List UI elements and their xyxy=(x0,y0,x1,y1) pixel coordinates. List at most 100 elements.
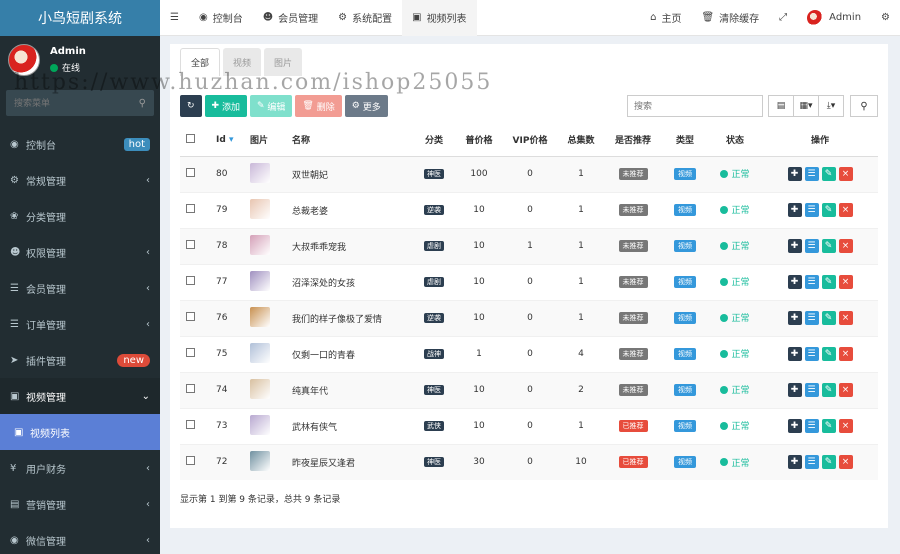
sidebar-item-permission[interactable]: ☻ 权限管理 ‹ xyxy=(0,234,160,270)
sidebar-item-dashboard[interactable]: ◉ 控制台 hot xyxy=(0,126,160,162)
row-add-button[interactable]: ✚ xyxy=(787,167,802,181)
row-edit-button[interactable]: ✎ xyxy=(821,347,836,361)
row-episodes-button[interactable]: ☰ xyxy=(804,203,819,217)
row-checkbox[interactable] xyxy=(186,420,195,429)
sidebar-item-video-management[interactable]: ▣ 视频管理 ⌄ xyxy=(0,378,160,414)
row-checkbox[interactable] xyxy=(186,456,195,466)
home-link[interactable]: ⌂ 主页 xyxy=(640,0,691,36)
sidebar-item-video-list[interactable]: ▣ 视频列表 xyxy=(0,414,160,450)
table-row[interactable]: 73 武林有侠气 武侠 10 0 1 已推荐 视频 正常 ✚ ☰ ✎ × xyxy=(180,407,878,444)
row-checkbox[interactable] xyxy=(186,276,195,285)
clear-cache-link[interactable]: 🗑 清除缓存 xyxy=(691,0,769,36)
recommend-badge[interactable]: 未推荐 xyxy=(618,240,648,252)
table-row[interactable]: 78 大叔乖乖宠我 虐剧 10 1 1 未推荐 视频 正常 ✚ ☰ ✎ × xyxy=(180,227,878,264)
row-edit-button[interactable]: ✎ xyxy=(821,455,836,470)
sidebar-item-marketing[interactable]: ▤ 营销管理 ‹ xyxy=(0,486,160,522)
more-button[interactable]: ⚙ 更多 xyxy=(344,95,388,117)
video-thumbnail[interactable] xyxy=(250,342,270,363)
menu-search-input[interactable] xyxy=(14,98,124,108)
video-thumbnail[interactable] xyxy=(250,306,270,327)
row-delete-button[interactable]: × xyxy=(838,203,853,217)
recommend-badge[interactable]: 未推荐 xyxy=(618,276,648,288)
row-checkbox[interactable] xyxy=(186,168,195,177)
video-thumbnail[interactable] xyxy=(250,270,270,291)
table-search-input[interactable] xyxy=(627,95,763,117)
video-thumbnail[interactable] xyxy=(250,378,270,399)
table-row[interactable]: 74 纯真年代 神医 10 0 2 未推荐 视频 正常 ✚ ☰ ✎ × xyxy=(180,371,878,408)
row-delete-button[interactable]: × xyxy=(838,275,853,289)
recommend-badge[interactable]: 未推荐 xyxy=(618,312,648,324)
row-delete-button[interactable]: × xyxy=(838,347,853,361)
tab-system-config[interactable]: ⚙ 系统配置 xyxy=(328,0,402,36)
row-delete-button[interactable]: × xyxy=(838,311,853,325)
row-edit-button[interactable]: ✎ xyxy=(821,203,836,217)
video-thumbnail[interactable] xyxy=(250,198,270,219)
row-add-button[interactable]: ✚ xyxy=(787,383,802,397)
sidebar-item-wechat[interactable]: ◉ 微信管理 ‹ xyxy=(0,522,160,554)
row-add-button[interactable]: ✚ xyxy=(787,347,802,361)
sidebar-item-members[interactable]: ☰ 会员管理 ‹ xyxy=(0,270,160,306)
delete-button[interactable]: 🗑 删除 xyxy=(295,95,342,117)
row-delete-button[interactable]: × xyxy=(838,167,853,181)
table-row[interactable]: 80 双世朝妃 神医 100 0 1 未推荐 视频 正常 ✚ ☰ ✎ × xyxy=(180,155,878,192)
recommend-badge[interactable]: 未推荐 xyxy=(618,384,648,396)
row-add-button[interactable]: ✚ xyxy=(787,455,802,470)
video-thumbnail[interactable] xyxy=(250,414,270,435)
app-title[interactable]: 小鸟短剧系统 xyxy=(0,0,160,36)
row-delete-button[interactable]: × xyxy=(838,383,853,397)
row-delete-button[interactable]: × xyxy=(838,239,853,253)
row-episodes-button[interactable]: ☰ xyxy=(804,383,819,397)
tab-dashboard[interactable]: ◉ 控制台 xyxy=(189,0,253,36)
settings-button[interactable]: ⚙ xyxy=(871,0,900,36)
sidebar-item-plugins[interactable]: ➤ 插件管理 new xyxy=(0,342,160,378)
row-add-button[interactable]: ✚ xyxy=(787,311,802,325)
select-all-checkbox[interactable] xyxy=(186,133,195,143)
tab-all[interactable]: 全部 xyxy=(180,48,221,76)
add-button[interactable]: ✚ 添加 xyxy=(204,95,247,117)
row-delete-button[interactable]: × xyxy=(838,455,853,470)
col-id[interactable]: Id ▾ xyxy=(210,124,244,157)
select-all-cell[interactable] xyxy=(180,124,210,157)
recommend-badge[interactable]: 未推荐 xyxy=(618,348,648,360)
row-episodes-button[interactable]: ☰ xyxy=(804,347,819,361)
row-delete-button[interactable]: × xyxy=(838,419,853,433)
row-episodes-button[interactable]: ☰ xyxy=(804,311,819,325)
row-episodes-button[interactable]: ☰ xyxy=(804,455,819,470)
sidebar-item-finance[interactable]: ¥ 用户财务 ‹ xyxy=(0,450,160,486)
toggle-view-button[interactable]: ▤ xyxy=(768,95,794,117)
row-checkbox[interactable] xyxy=(186,240,195,249)
table-row[interactable]: 72 昨夜星辰又逢君 神医 30 0 10 已推荐 视频 正常 ✚ ☰ ✎ × xyxy=(180,443,878,480)
tab-image[interactable]: 图片 xyxy=(264,48,303,76)
columns-button[interactable]: ▦▾ xyxy=(793,95,819,117)
sidebar-item-orders[interactable]: ☰ 订单管理 ‹ xyxy=(0,306,160,342)
recommend-badge[interactable]: 已推荐 xyxy=(618,420,648,432)
row-edit-button[interactable]: ✎ xyxy=(821,311,836,325)
table-row[interactable]: 75 仅剩一口的青春 战神 1 0 4 未推荐 视频 正常 ✚ ☰ ✎ × xyxy=(180,335,878,372)
recommend-badge[interactable]: 已推荐 xyxy=(618,456,648,469)
row-episodes-button[interactable]: ☰ xyxy=(804,419,819,433)
edit-button[interactable]: ✎ 编辑 xyxy=(249,95,293,117)
row-add-button[interactable]: ✚ xyxy=(787,275,802,289)
row-edit-button[interactable]: ✎ xyxy=(821,167,836,181)
video-thumbnail[interactable] xyxy=(250,450,270,471)
sidebar-item-general[interactable]: ⚙ 常规管理 ‹ xyxy=(0,162,160,198)
sidebar-item-category[interactable]: ❀ 分类管理 xyxy=(0,198,160,234)
table-row[interactable]: 76 我们的样子像极了爱情 逆袭 10 0 1 未推荐 视频 正常 ✚ ☰ ✎ … xyxy=(180,299,878,336)
row-edit-button[interactable]: ✎ xyxy=(821,275,836,289)
row-add-button[interactable]: ✚ xyxy=(787,203,802,217)
recommend-badge[interactable]: 未推荐 xyxy=(618,168,648,180)
refresh-button[interactable]: ↻ xyxy=(180,95,202,117)
sort-down-icon[interactable]: ▾ xyxy=(229,135,234,145)
table-row[interactable]: 79 总裁老婆 逆袭 10 0 1 未推荐 视频 正常 ✚ ☰ ✎ × xyxy=(180,191,878,228)
tab-video-list[interactable]: ▣ 视频列表 xyxy=(402,0,477,36)
row-episodes-button[interactable]: ☰ xyxy=(804,275,819,289)
tab-members[interactable]: ☻ 会员管理 xyxy=(253,0,328,36)
row-edit-button[interactable]: ✎ xyxy=(821,239,836,253)
row-episodes-button[interactable]: ☰ xyxy=(804,239,819,253)
search-button[interactable]: ⚲ xyxy=(850,95,878,117)
row-checkbox[interactable] xyxy=(186,384,195,393)
row-checkbox[interactable] xyxy=(186,348,195,357)
row-add-button[interactable]: ✚ xyxy=(787,419,802,433)
row-checkbox[interactable] xyxy=(186,312,195,321)
fullscreen-button[interactable]: ⤢ xyxy=(769,0,797,36)
